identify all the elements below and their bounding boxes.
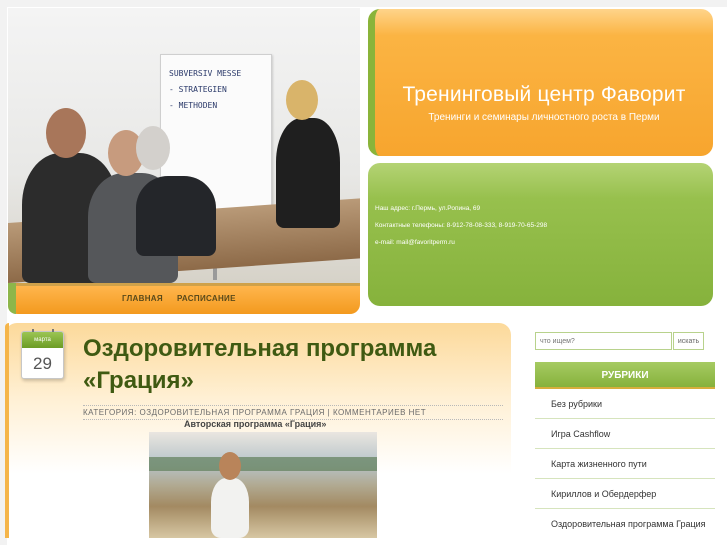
- search-input[interactable]: [535, 332, 672, 350]
- category-link[interactable]: ОЗДОРОВИТЕЛЬНАЯ ПРОГРАММА ГРАЦИЯ: [140, 408, 325, 417]
- post-day: 29: [33, 354, 52, 373]
- contact-email: e-mail: mail@favoritperm.ru: [375, 239, 455, 246]
- post-accent: [5, 323, 9, 538]
- yoga-head: [219, 452, 241, 480]
- site-tagline: Тренинги и семинары личностного роста в …: [428, 112, 660, 123]
- presenter-head: [286, 80, 318, 120]
- contact-address: Наш адрес: г.Пермь, ул.Ропина, 69: [375, 205, 481, 212]
- rubrics-heading: РУБРИКИ: [535, 362, 715, 389]
- contacts-panel: Наш адрес: г.Пермь, ул.Ропина, 69 Контак…: [368, 163, 713, 306]
- category-label: КАТЕГОРИЯ:: [83, 408, 137, 417]
- post-month: марта: [22, 332, 63, 348]
- flipchart-line-3: - METHODEN: [169, 101, 218, 110]
- nav-home-link[interactable]: ГЛАВНАЯ: [122, 294, 163, 303]
- site-title[interactable]: Тренинговый центр Фаворит: [375, 83, 713, 107]
- post-date-calendar: марта 29: [21, 329, 64, 379]
- audience-head-1: [46, 108, 86, 158]
- rubric-item[interactable]: Игра Cashflow: [535, 419, 715, 449]
- header-hero: SUBVERSIV MESSE - STRATEGIEN - METHODEN …: [8, 8, 360, 314]
- presenter-figure: [276, 118, 340, 228]
- flipchart-line-2: - STRATEGIEN: [169, 85, 227, 94]
- search-button[interactable]: искать: [673, 332, 704, 350]
- rubrics-list: Без рубрики Игра Cashflow Карта жизненно…: [535, 389, 715, 545]
- post-intro: Авторская программа «Грация»: [184, 419, 327, 429]
- contact-phones: Контактные телефоны: 8-912-78-08-333, 8-…: [375, 222, 548, 229]
- rubric-item[interactable]: Карта жизненного пути: [535, 449, 715, 479]
- yoga-figure: [211, 478, 249, 538]
- audience-head-3: [136, 126, 170, 170]
- rubric-item[interactable]: Кириллов и Обердерфер: [535, 479, 715, 509]
- comments-link[interactable]: КОММЕНТАРИЕВ НЕТ: [333, 408, 426, 417]
- site-title-panel: Тренинговый центр Фаворит Тренинги и сем…: [368, 9, 713, 156]
- header-photo: SUBVERSIV MESSE - STRATEGIEN - METHODEN: [8, 8, 360, 283]
- flipchart-line-1: SUBVERSIV MESSE: [169, 69, 242, 78]
- rubric-item[interactable]: Оздоровительная программа Грация: [535, 509, 715, 545]
- yoga-beach-image: [149, 432, 377, 538]
- meta-separator: |: [327, 408, 331, 417]
- post-article: марта 29 Оздоровительная программа «Грац…: [5, 323, 511, 538]
- nav-accent: [8, 283, 16, 314]
- post-title[interactable]: Оздоровительная программа «Грация»: [83, 333, 483, 397]
- rubric-item[interactable]: Без рубрики: [535, 389, 715, 419]
- audience-person-3: [136, 176, 216, 256]
- treeline: [149, 457, 377, 471]
- nav-schedule-link[interactable]: РАСПИСАНИЕ: [177, 294, 236, 303]
- post-meta: КАТЕГОРИЯ: ОЗДОРОВИТЕЛЬНАЯ ПРОГРАММА ГРА…: [83, 405, 503, 420]
- main-nav: ГЛАВНАЯ РАСПИСАНИЕ: [8, 283, 360, 314]
